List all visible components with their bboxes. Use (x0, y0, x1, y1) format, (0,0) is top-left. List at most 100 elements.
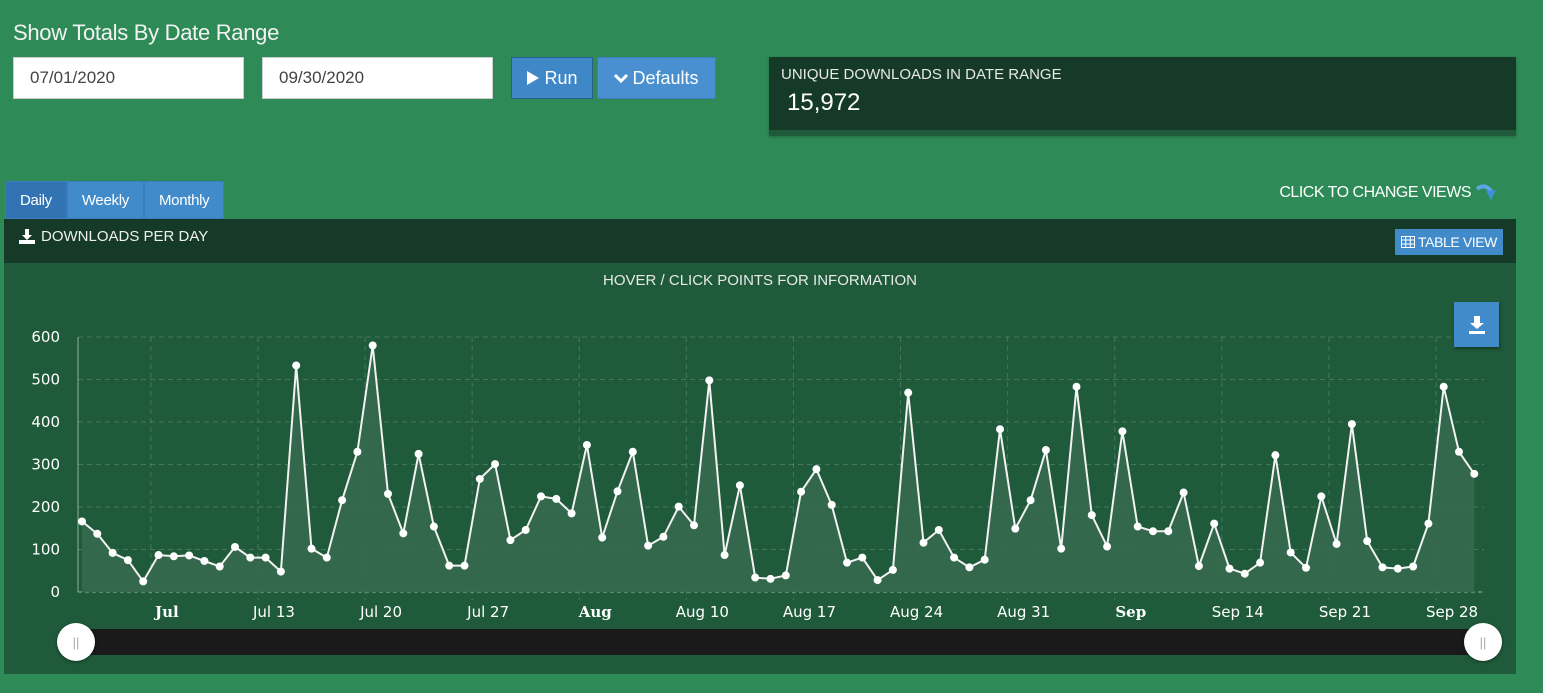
data-point[interactable] (628, 447, 637, 456)
data-point[interactable] (537, 492, 545, 501)
data-point[interactable] (1057, 544, 1066, 553)
data-point[interactable] (521, 525, 530, 534)
data-point[interactable] (322, 553, 331, 562)
data-point[interactable] (781, 571, 790, 580)
data-point[interactable] (200, 556, 209, 565)
range-slider-handle-start[interactable]: || (57, 623, 95, 661)
data-point[interactable] (1332, 539, 1341, 548)
run-button[interactable]: Run (511, 57, 593, 99)
defaults-button[interactable]: Defaults (597, 57, 716, 99)
data-point[interactable] (1118, 427, 1127, 436)
data-point[interactable] (950, 553, 959, 562)
data-point[interactable] (139, 577, 148, 586)
data-point[interactable] (904, 388, 913, 397)
data-point[interactable] (231, 542, 239, 551)
data-point[interactable] (399, 529, 408, 538)
data-point[interactable] (934, 525, 943, 534)
tab-monthly[interactable]: Monthly (143, 181, 225, 219)
data-point[interactable] (1256, 558, 1265, 567)
data-point[interactable] (766, 574, 775, 583)
data-point[interactable] (582, 440, 591, 449)
data-point[interactable] (690, 521, 698, 530)
data-point[interactable] (827, 500, 836, 509)
data-point[interactable] (1378, 563, 1387, 572)
tab-daily[interactable]: Daily (5, 181, 67, 219)
data-point[interactable] (1103, 542, 1112, 551)
data-point[interactable] (1317, 492, 1326, 501)
data-point[interactable] (1194, 562, 1203, 571)
data-point[interactable] (368, 341, 377, 350)
data-point[interactable] (1133, 522, 1142, 531)
data-point[interactable] (491, 460, 500, 469)
data-point[interactable] (1225, 564, 1234, 573)
data-point[interactable] (1286, 548, 1295, 557)
end-date-input[interactable] (262, 57, 493, 99)
data-point[interactable] (888, 565, 897, 574)
data-point[interactable] (1087, 511, 1096, 520)
data-point[interactable] (567, 509, 576, 518)
data-point[interactable] (705, 376, 714, 385)
data-point[interactable] (78, 517, 86, 526)
data-point[interactable] (598, 533, 607, 542)
data-point[interactable] (1210, 519, 1219, 528)
data-point[interactable] (1072, 382, 1081, 391)
data-point[interactable] (735, 481, 744, 490)
data-point[interactable] (1011, 524, 1020, 533)
data-point[interactable] (1240, 569, 1249, 578)
data-point[interactable] (292, 361, 301, 370)
data-point[interactable] (384, 489, 392, 498)
data-point[interactable] (965, 563, 974, 572)
data-point[interactable] (154, 551, 163, 560)
tab-weekly[interactable]: Weekly (66, 181, 144, 219)
data-point[interactable] (169, 552, 178, 561)
data-point[interactable] (276, 567, 285, 576)
data-point[interactable] (873, 576, 882, 585)
range-slider-handle-end[interactable]: || (1464, 623, 1502, 661)
data-point[interactable] (1439, 382, 1448, 391)
data-point[interactable] (123, 556, 132, 565)
data-point[interactable] (644, 541, 653, 550)
data-point[interactable] (1424, 519, 1433, 528)
data-point[interactable] (506, 536, 515, 545)
data-point[interactable] (93, 529, 102, 538)
data-point[interactable] (1271, 451, 1280, 460)
data-point[interactable] (659, 532, 668, 541)
chart-export-button[interactable] (1454, 302, 1499, 347)
data-point[interactable] (797, 487, 806, 496)
data-point[interactable] (460, 561, 469, 570)
data-point[interactable] (1470, 469, 1479, 478)
data-point[interactable] (246, 553, 255, 562)
data-point[interactable] (751, 573, 760, 582)
start-date-input[interactable] (13, 57, 244, 99)
data-point[interactable] (1164, 527, 1173, 536)
data-point[interactable] (1393, 564, 1402, 573)
data-point[interactable] (414, 449, 423, 458)
data-point[interactable] (185, 551, 194, 560)
range-slider-track[interactable] (76, 629, 1486, 655)
data-point[interactable] (1455, 447, 1463, 456)
data-point[interactable] (215, 562, 224, 571)
data-point[interactable] (613, 487, 622, 496)
data-point[interactable] (1363, 537, 1372, 545)
data-point[interactable] (261, 553, 270, 562)
data-point[interactable] (996, 425, 1004, 434)
data-point[interactable] (858, 553, 867, 562)
data-point[interactable] (1409, 562, 1418, 571)
data-point[interactable] (1149, 527, 1157, 536)
data-point[interactable] (108, 548, 117, 557)
data-point[interactable] (475, 474, 484, 483)
data-point[interactable] (720, 551, 729, 560)
data-point[interactable] (1347, 420, 1356, 429)
data-point[interactable] (429, 522, 438, 531)
data-point[interactable] (674, 502, 683, 511)
data-point[interactable] (1179, 488, 1188, 497)
data-point[interactable] (353, 447, 362, 456)
data-point[interactable] (843, 558, 851, 567)
data-point[interactable] (445, 561, 454, 570)
data-point[interactable] (1041, 446, 1050, 455)
data-point[interactable] (1026, 496, 1035, 505)
data-point[interactable] (980, 555, 989, 564)
data-point[interactable] (552, 494, 561, 503)
data-point[interactable] (812, 465, 821, 474)
data-point[interactable] (307, 544, 316, 553)
